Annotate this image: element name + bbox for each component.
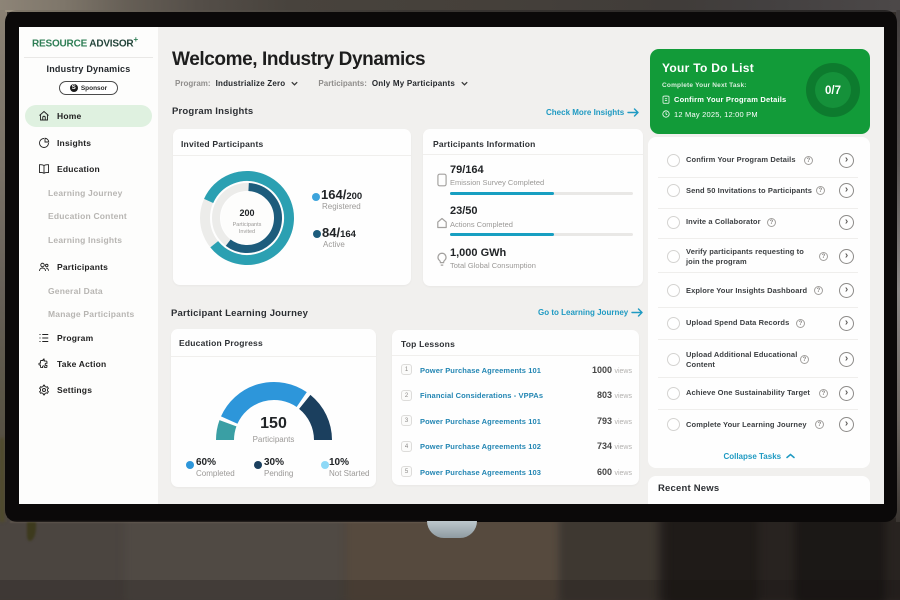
svg-text:Participants: Participants xyxy=(233,222,262,228)
svg-text:Invited: Invited xyxy=(239,229,255,235)
svg-text:0/7: 0/7 xyxy=(825,85,841,97)
svg-text:200: 200 xyxy=(239,208,254,218)
